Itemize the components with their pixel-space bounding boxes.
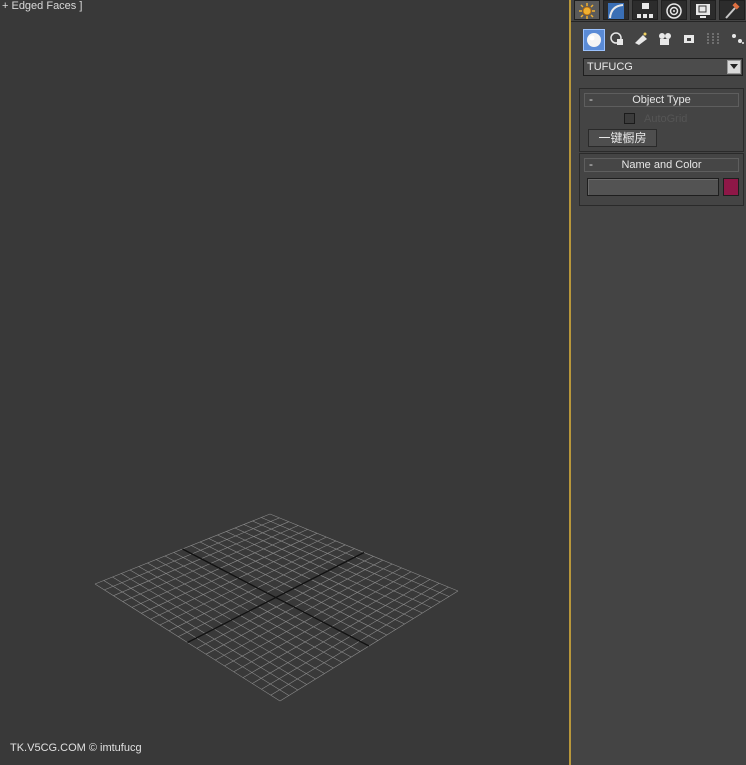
rollout-title: Name and Color [621,159,702,171]
shapes-icon [610,32,623,45]
command-panel: TUFUCG - Object Type AutoGrid 一键橱房 - Nam… [571,0,746,765]
viewport-label[interactable]: + Edged Faces ] [2,0,82,12]
object-type-rollout: - Object Type AutoGrid 一键橱房 [579,88,744,152]
name-and-color-rollout-header[interactable]: - Name and Color [584,157,739,172]
tab-create[interactable] [574,0,600,20]
chevron-down-icon [730,64,738,69]
object-color-swatch[interactable] [723,178,739,196]
modify-arc-icon [608,3,624,19]
dropdown-selected-value: TUFUCG [587,61,633,73]
perspective-viewport[interactable]: + Edged Faces ] TK.V5CG.COM © imtufucg [0,0,569,765]
spacewarp-icon [707,33,719,45]
sun-star-icon [579,3,595,19]
home-grid [94,513,459,702]
autogrid-checkbox[interactable] [624,113,635,124]
tab-motion[interactable] [661,0,687,20]
object-category-dropdown[interactable]: TUFUCG [583,58,743,76]
object-type-rollout-header[interactable]: - Object Type [584,92,739,107]
name-and-color-rollout: - Name and Color [579,153,744,206]
watermark-text: TK.V5CG.COM © imtufucg [10,742,142,754]
hammer-icon [725,2,740,19]
tab-utilities[interactable] [719,0,745,20]
tab-hierarchy[interactable] [632,0,658,20]
object-name-input[interactable] [587,178,719,196]
hierarchy-icon [637,3,653,18]
category-systems[interactable] [727,29,746,51]
category-lights[interactable] [631,29,653,51]
helper-icon [684,35,694,43]
display-monitor-icon [696,4,710,18]
category-helpers[interactable] [679,29,701,51]
category-space-warps[interactable] [703,29,725,51]
one-key-cabinet-button[interactable]: 一键橱房 [588,129,657,147]
autogrid-label: AutoGrid [644,113,688,125]
light-icon [635,32,647,45]
systems-icon [732,34,744,44]
category-cameras[interactable] [655,29,677,51]
camera-icon [659,33,671,45]
motion-circle-icon [666,3,682,19]
category-geometry[interactable] [583,29,605,51]
tab-display[interactable] [690,0,716,20]
sphere-icon [587,33,601,47]
dropdown-arrow-button[interactable] [727,60,741,74]
tab-modify[interactable] [603,0,629,20]
category-shapes[interactable] [607,29,629,51]
rollout-title: Object Type [632,94,691,106]
tab-separator [571,21,746,22]
